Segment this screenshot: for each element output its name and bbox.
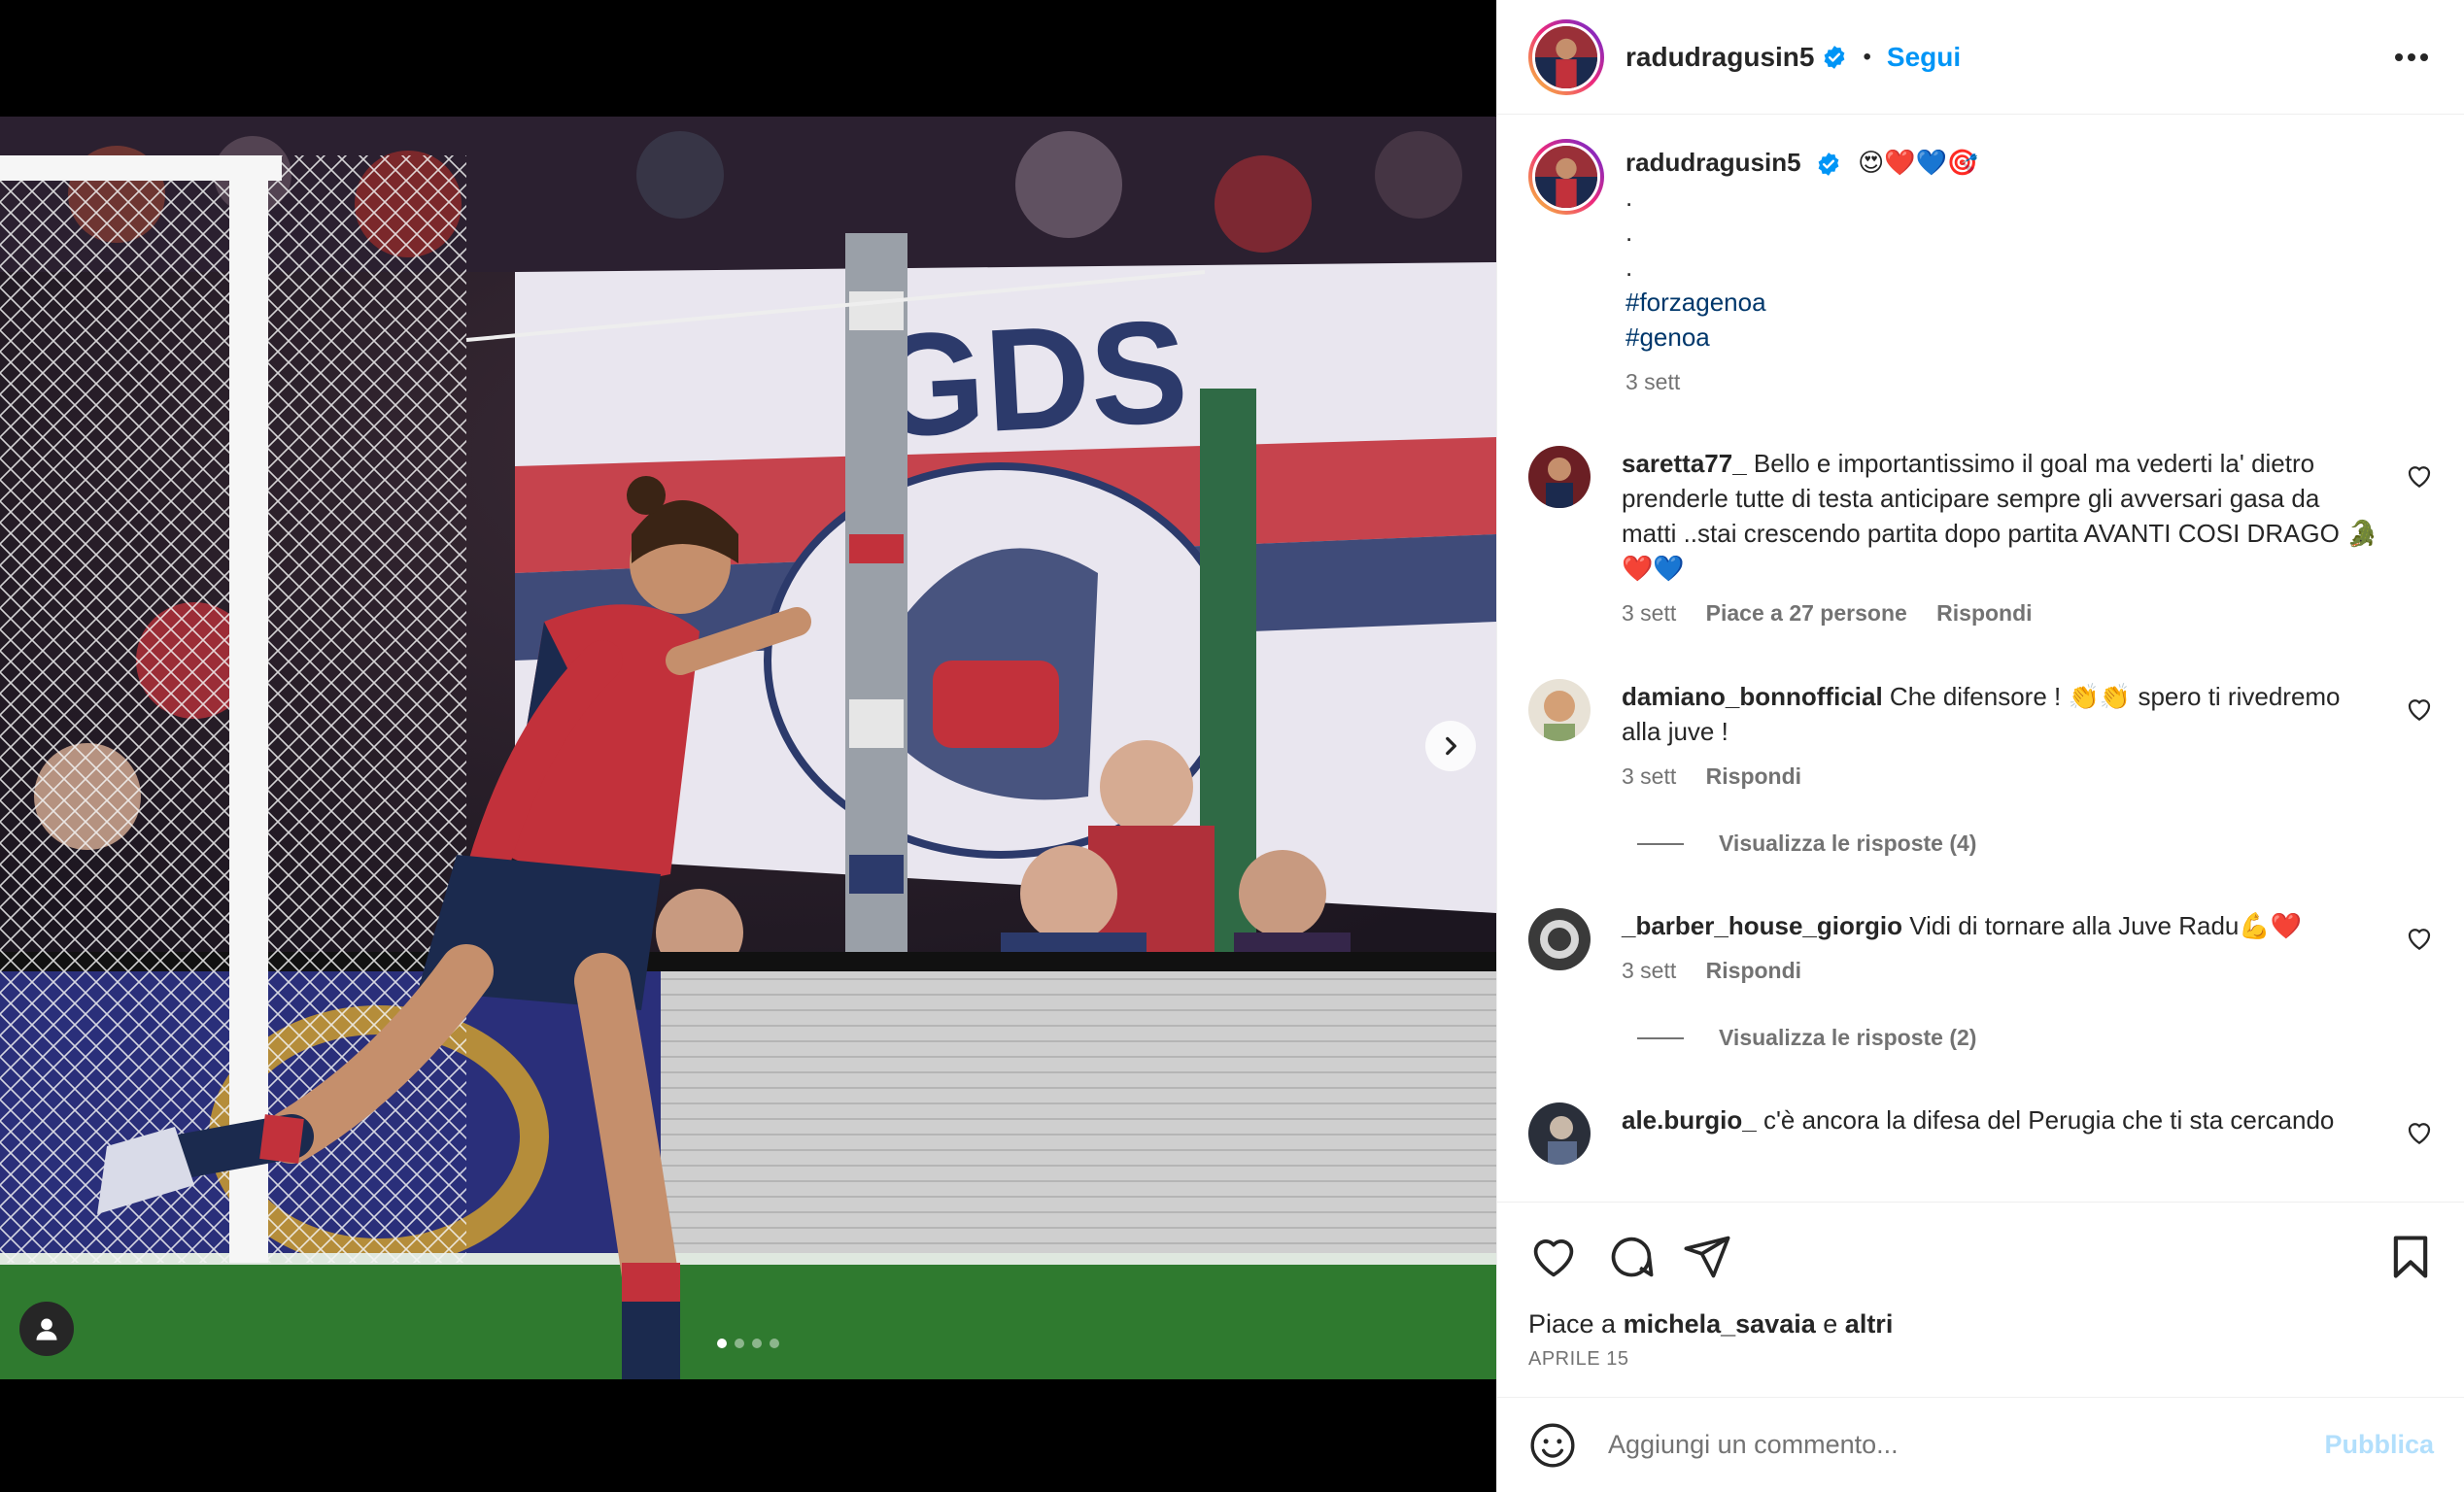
more-options-button[interactable] bbox=[2389, 35, 2434, 80]
caption-dot-line: . bbox=[1626, 218, 1633, 247]
commenter-avatar[interactable] bbox=[1528, 908, 1591, 970]
author-avatar[interactable] bbox=[1528, 18, 1604, 95]
comment-likes-count[interactable]: Piace a 27 persone bbox=[1706, 600, 1907, 626]
follow-button[interactable]: Segui bbox=[1887, 42, 1961, 73]
commenter-username[interactable]: damiano_bonnofficial bbox=[1622, 682, 1883, 711]
likes-others-link[interactable]: altri bbox=[1845, 1309, 1894, 1339]
likes-conj: e bbox=[1823, 1309, 1838, 1339]
comment-input[interactable] bbox=[1608, 1430, 2288, 1460]
hashtag-link[interactable]: #genoa bbox=[1626, 320, 1978, 355]
carousel-dot bbox=[717, 1339, 727, 1348]
caption-dot-line: . bbox=[1626, 183, 1633, 212]
carousel-indicator bbox=[0, 1339, 1496, 1348]
avatar-image bbox=[1535, 146, 1597, 208]
comment-text: Vidi di tornare alla Juve Radu💪❤️ bbox=[1909, 911, 2303, 940]
post-header: radudragusin5 • Segui bbox=[1497, 0, 2464, 115]
author-username[interactable]: radudragusin5 bbox=[1626, 42, 1814, 73]
replies-line bbox=[1637, 842, 1684, 845]
chevron-right-icon bbox=[1446, 736, 1456, 756]
comment-item: saretta77_ Bello e importantissimo il go… bbox=[1528, 446, 2434, 630]
avatar-image bbox=[1528, 908, 1591, 970]
commenter-username[interactable]: saretta77_ bbox=[1622, 449, 1747, 478]
caption-emojis: 😍❤️💙🎯 bbox=[1858, 148, 1979, 177]
commenter-avatar[interactable] bbox=[1528, 679, 1591, 741]
heart-icon[interactable] bbox=[2405, 924, 2434, 953]
likes-summary: Piace a michela_savaia e altri bbox=[1528, 1309, 1893, 1339]
liker-username[interactable]: michela_savaia bbox=[1624, 1309, 1816, 1339]
comments-scroll-area[interactable]: radudragusin5 😍❤️💙🎯 . . . #forzagenoa #g… bbox=[1497, 116, 2464, 1202]
heart-icon[interactable] bbox=[2405, 461, 2434, 491]
caption-dot-line: . bbox=[1626, 253, 1633, 282]
caption-username[interactable]: radudragusin5 bbox=[1626, 148, 1801, 177]
comment-bubble-icon[interactable] bbox=[1606, 1232, 1657, 1282]
comment-item: _barber_house_giorgio Vidi di tornare al… bbox=[1528, 908, 2434, 988]
more-horizontal-icon bbox=[2395, 53, 2428, 61]
reply-button[interactable]: Rispondi bbox=[1706, 958, 1801, 983]
reply-button[interactable]: Rispondi bbox=[1936, 600, 2032, 626]
post-date[interactable]: APRILE 15 bbox=[1528, 1348, 1628, 1371]
verified-badge-icon bbox=[1825, 45, 1845, 69]
bookmark-icon[interactable] bbox=[2385, 1232, 2436, 1282]
post-caption: radudragusin5 😍❤️💙🎯 . . . #forzagenoa #g… bbox=[1528, 139, 1978, 399]
avatar-image bbox=[1535, 25, 1597, 88]
likes-prefix: Piace a bbox=[1528, 1309, 1617, 1339]
post-media: GDS bbox=[0, 0, 1496, 1492]
add-comment-bar: Pubblica bbox=[1497, 1397, 2464, 1492]
post-side-panel: radudragusin5 • Segui radudragusin5 😍❤️💙… bbox=[1496, 0, 2464, 1492]
comment-timestamp[interactable]: 3 sett bbox=[1622, 763, 1676, 789]
caption-timestamp[interactable]: 3 sett bbox=[1626, 369, 1680, 394]
hashtag-link[interactable]: #forzagenoa bbox=[1626, 285, 1978, 320]
publish-button[interactable]: Pubblica bbox=[2324, 1430, 2434, 1460]
replies-line bbox=[1637, 1036, 1684, 1039]
comment-timestamp[interactable]: 3 sett bbox=[1622, 958, 1676, 983]
view-replies-label: Visualizza le risposte (4) bbox=[1719, 831, 1977, 856]
separator-dot: • bbox=[1863, 43, 1871, 70]
carousel-dot bbox=[770, 1339, 779, 1348]
commenter-avatar[interactable] bbox=[1528, 1102, 1591, 1165]
view-replies-button[interactable]: Visualizza le risposte (2) bbox=[1637, 1025, 1976, 1051]
post-photo[interactable]: GDS bbox=[0, 117, 1496, 1379]
next-slide-button[interactable] bbox=[1425, 721, 1476, 771]
commenter-username[interactable]: ale.burgio_ bbox=[1622, 1105, 1757, 1135]
avatar-image bbox=[1528, 1102, 1591, 1165]
like-heart-icon[interactable] bbox=[1528, 1232, 1579, 1282]
post-actions: Piace a michela_savaia e altri APRILE 15 bbox=[1497, 1202, 2464, 1396]
emoji-icon[interactable] bbox=[1528, 1421, 1577, 1470]
football-celebration-image: GDS bbox=[0, 117, 1496, 1379]
comment-item: damiano_bonnofficial Che difensore ! 👏👏 … bbox=[1528, 679, 2434, 794]
commenter-avatar[interactable] bbox=[1528, 446, 1591, 508]
carousel-dot bbox=[735, 1339, 744, 1348]
heart-icon[interactable] bbox=[2405, 1118, 2434, 1147]
svg-text:GDS: GDS bbox=[868, 288, 1191, 468]
avatar-image bbox=[1528, 446, 1591, 508]
reply-button[interactable]: Rispondi bbox=[1706, 763, 1801, 789]
comment-timestamp[interactable]: 3 sett bbox=[1622, 600, 1676, 626]
view-replies-label: Visualizza le risposte (2) bbox=[1719, 1025, 1977, 1050]
view-replies-button[interactable]: Visualizza le risposte (4) bbox=[1637, 831, 1976, 857]
avatar-image bbox=[1528, 679, 1591, 741]
heart-icon[interactable] bbox=[2405, 695, 2434, 724]
comment-item: ale.burgio_ c'è ancora la difesa del Per… bbox=[1528, 1102, 2434, 1165]
verified-badge-icon bbox=[1818, 153, 1839, 177]
commenter-username[interactable]: _barber_house_giorgio bbox=[1622, 911, 1902, 940]
comment-text: c'è ancora la difesa del Perugia che ti … bbox=[1762, 1105, 2335, 1135]
carousel-dot bbox=[752, 1339, 762, 1348]
caption-author-avatar[interactable] bbox=[1528, 139, 1604, 215]
share-send-icon[interactable] bbox=[1682, 1232, 1732, 1282]
